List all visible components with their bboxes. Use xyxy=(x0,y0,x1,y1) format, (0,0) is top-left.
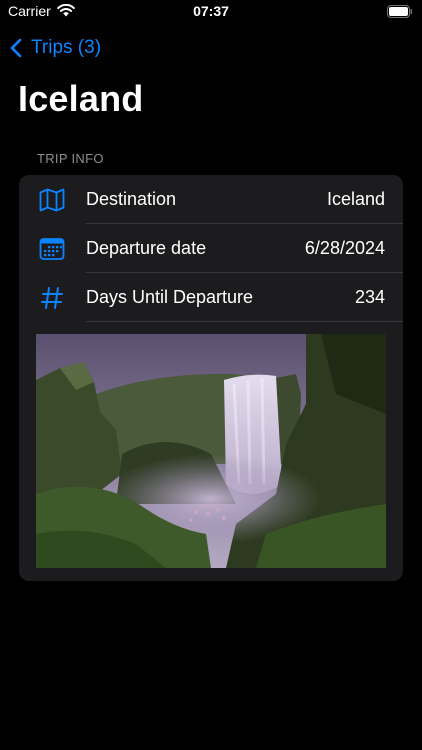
info-row-destination: Destination Iceland xyxy=(19,175,403,224)
hashtag-icon xyxy=(39,285,65,311)
page-title: Iceland xyxy=(18,78,144,119)
calendar-icon xyxy=(39,236,65,262)
battery-icon xyxy=(387,5,413,23)
waterfall-photo xyxy=(36,334,386,568)
days-until-departure-value: 234 xyxy=(354,287,385,307)
section-header: TRIP INFO xyxy=(37,151,104,166)
trip-info-card: Destination Iceland Departure date 6/28/… xyxy=(19,175,403,581)
destination-value: Iceland xyxy=(326,189,385,209)
map-icon xyxy=(39,187,65,213)
info-row-departure-date: Departure date 6/28/2024 xyxy=(19,224,403,273)
info-row-days-until-departure: Days Until Departure 234 xyxy=(19,273,403,322)
back-button[interactable]: Trips (3) xyxy=(10,36,101,60)
clock-time: 07:37 xyxy=(193,3,229,19)
back-button-label: Trips (3) xyxy=(31,37,102,58)
departure-date-label: Departure date xyxy=(86,238,207,258)
days-until-departure-label: Days Until Departure xyxy=(86,287,254,307)
chevron-left-icon xyxy=(10,38,22,58)
destination-label: Destination xyxy=(86,189,177,209)
row-divider xyxy=(86,321,403,322)
departure-date-value: 6/28/2024 xyxy=(304,238,385,258)
status-bar: Carrier 07:37 xyxy=(0,0,422,24)
